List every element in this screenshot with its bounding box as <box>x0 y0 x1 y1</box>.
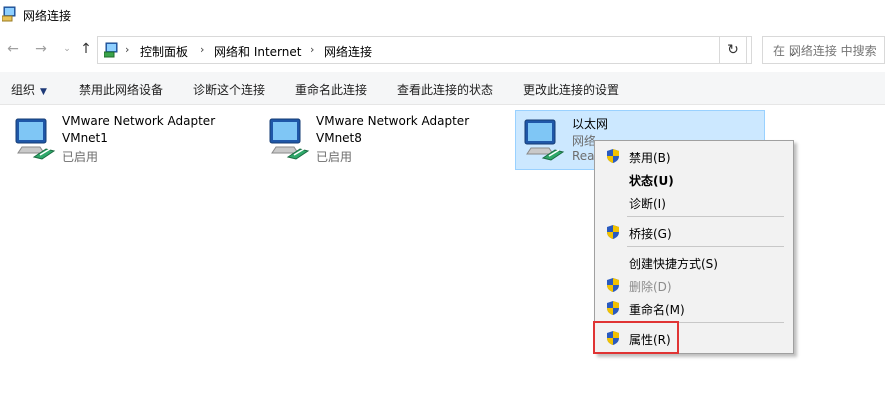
up-arrow-icon[interactable]: ↑ <box>77 40 95 58</box>
view-status-button[interactable]: 查看此连接的状态 <box>397 81 493 98</box>
menu-item-status[interactable]: 状态(U) <box>595 168 793 190</box>
highlight-annotation-box <box>593 321 679 354</box>
uac-shield-icon <box>607 225 619 239</box>
menu-item-rename[interactable]: 重命名(M) <box>595 297 793 319</box>
breadcrumb-separator-icon: › <box>200 43 205 56</box>
organize-button[interactable]: 组织 ▼ <box>11 81 47 98</box>
menu-item-label: 删除(D) <box>629 280 672 294</box>
breadcrumb-separator-icon: › <box>125 43 130 56</box>
menu-item-label: 禁用(B) <box>629 151 671 165</box>
uac-shield-icon <box>607 149 619 163</box>
breadcrumb-network-connections[interactable]: 网络连接 <box>324 43 372 60</box>
address-bar[interactable]: › 控制面板 › 网络和 Internet › 网络连接 ⌄ <box>97 36 797 64</box>
adapter-status: 已启用 <box>62 150 99 164</box>
diagnose-connection-button[interactable]: 诊断这个连接 <box>193 81 265 98</box>
search-input[interactable] <box>771 38 885 64</box>
address-row: ← → ⌄ ↑ › 控制面板 › 网络和 Internet › 网络连接 ⌄ ↻ <box>0 32 885 68</box>
context-menu: 禁用(B) 状态(U) 诊断(I) 桥接(G) 创建快捷方式(S) 删除(D) … <box>593 140 794 354</box>
search-box[interactable] <box>762 36 885 64</box>
breadcrumb-network-internet[interactable]: 网络和 Internet <box>214 43 301 60</box>
adapter-status: 已启用 <box>316 150 353 164</box>
recent-chevron-icon[interactable]: ⌄ <box>58 40 76 58</box>
menu-item-delete: 删除(D) <box>595 274 793 296</box>
window-title: 网络连接 <box>23 9 72 23</box>
menu-item-label: 状态(U) <box>629 174 674 188</box>
adapter-vmnet8[interactable]: VMware Network Adapter VMnet8 已启用 <box>264 110 504 170</box>
menu-separator <box>627 216 784 217</box>
adapter-network: VMnet1 <box>62 131 108 145</box>
network-adapter-icon <box>15 118 56 160</box>
menu-separator <box>627 246 784 247</box>
organize-label: 组织 <box>11 83 36 97</box>
menu-item-bridge[interactable]: 桥接(G) <box>595 221 793 243</box>
title-bar: 网络连接 <box>0 0 885 32</box>
menu-item-diagnose[interactable]: 诊断(I) <box>595 191 793 213</box>
dropdown-caret-icon: ▼ <box>40 87 47 97</box>
adapter-vmnet1[interactable]: VMware Network Adapter VMnet1 已启用 <box>10 110 250 170</box>
adapter-name: VMware Network Adapter <box>62 114 216 128</box>
adapter-status: Rea <box>572 149 595 163</box>
adapter-network: VMnet8 <box>316 131 362 145</box>
menu-item-label: 诊断(I) <box>629 197 666 211</box>
menu-item-disable[interactable]: 禁用(B) <box>595 145 793 167</box>
rename-connection-button[interactable]: 重命名此连接 <box>295 81 367 98</box>
menu-item-label: 桥接(G) <box>629 227 672 241</box>
menu-item-label: 创建快捷方式(S) <box>629 257 718 271</box>
control-panel-icon <box>104 42 118 58</box>
refresh-button[interactable]: ↻ <box>719 36 747 64</box>
back-arrow-icon[interactable]: ← <box>4 40 22 58</box>
network-adapter-icon <box>269 118 310 160</box>
uac-shield-icon <box>607 278 619 292</box>
forward-arrow-icon[interactable]: → <box>32 40 50 58</box>
adapter-network: 网络 <box>572 134 597 148</box>
menu-item-create-shortcut[interactable]: 创建快捷方式(S) <box>595 251 793 273</box>
network-adapter-icon <box>524 119 565 161</box>
adapter-name: VMware Network Adapter <box>316 114 470 128</box>
network-connections-icon <box>2 6 16 22</box>
adapter-name: 以太网 <box>572 117 609 131</box>
breadcrumb-separator-icon: › <box>310 43 315 56</box>
refresh-icon: ↻ <box>727 42 739 58</box>
menu-item-label: 重命名(M) <box>629 303 685 317</box>
command-bar: 组织 ▼ 禁用此网络设备 诊断这个连接 重命名此连接 查看此连接的状态 更改此连接… <box>0 72 885 105</box>
uac-shield-icon <box>607 301 619 315</box>
change-settings-button[interactable]: 更改此连接的设置 <box>523 81 619 98</box>
breadcrumb-control-panel[interactable]: 控制面板 <box>140 43 188 60</box>
disable-device-button[interactable]: 禁用此网络设备 <box>79 81 163 98</box>
